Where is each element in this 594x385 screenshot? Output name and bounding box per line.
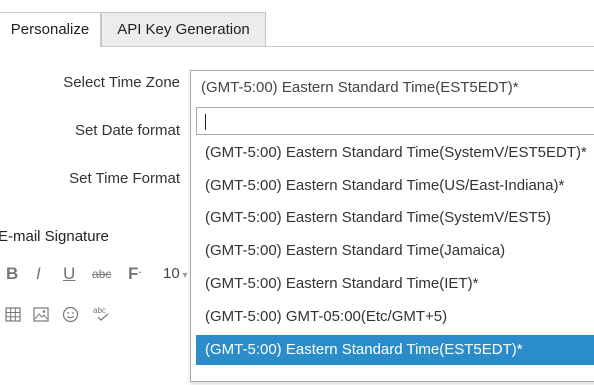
email-signature-title: E-mail Signature [0, 228, 109, 245]
time-zone-option[interactable]: (GMT-5:00) Eastern Standard Time(SystemV… [196, 138, 594, 168]
italic-icon[interactable]: I [36, 264, 41, 284]
underline-icon[interactable]: U [63, 264, 75, 284]
time-zone-option[interactable]: (GMT-5:00) Eastern Standard Time(Jamaica… [196, 236, 594, 266]
spellcheck-icon[interactable]: abc [92, 305, 112, 323]
bold-icon[interactable]: B [6, 264, 18, 284]
text-cursor [205, 114, 206, 130]
time-zone-option[interactable]: (GMT-5:00) Eastern Standard Time(US/East… [196, 171, 594, 201]
time-zone-option[interactable]: (GMT-5:00) GMT-05:00(Etc/GMT+5) [196, 302, 594, 332]
time-zone-selected-value[interactable]: (GMT-5:00) Eastern Standard Time(EST5EDT… [201, 79, 519, 96]
time-zone-dropdown[interactable]: (GMT-5:00) Eastern Standard Time(EST5EDT… [190, 70, 594, 382]
time-zone-option[interactable]: (GMT-5:00) Eastern Standard Time(IET)* [196, 269, 594, 299]
time-format-label: Set Time Format [69, 170, 180, 187]
tab-bar: Personalize API Key Generation [0, 0, 594, 47]
date-format-label: Set Date format [74, 122, 180, 139]
font-size-select[interactable]: 10 ▾ [163, 265, 188, 282]
svg-text:abc: abc [93, 306, 106, 315]
time-zone-label: Select Time Zone [63, 74, 180, 91]
strikethrough-icon[interactable]: abc [92, 267, 111, 281]
time-zone-search-input[interactable] [196, 107, 594, 135]
font-icon[interactable]: Fˇ [128, 264, 142, 284]
time-zone-option-selected[interactable]: (GMT-5:00) Eastern Standard Time(EST5EDT… [196, 335, 594, 365]
time-zone-option[interactable]: (GMT-5:00) Eastern Standard Time(SystemV… [196, 203, 594, 233]
table-icon[interactable] [5, 307, 21, 322]
tab-personalize[interactable]: Personalize [0, 12, 101, 47]
emoji-icon[interactable] [62, 306, 79, 323]
tab-api-key-generation[interactable]: API Key Generation [101, 12, 266, 46]
image-icon[interactable] [33, 307, 49, 322]
